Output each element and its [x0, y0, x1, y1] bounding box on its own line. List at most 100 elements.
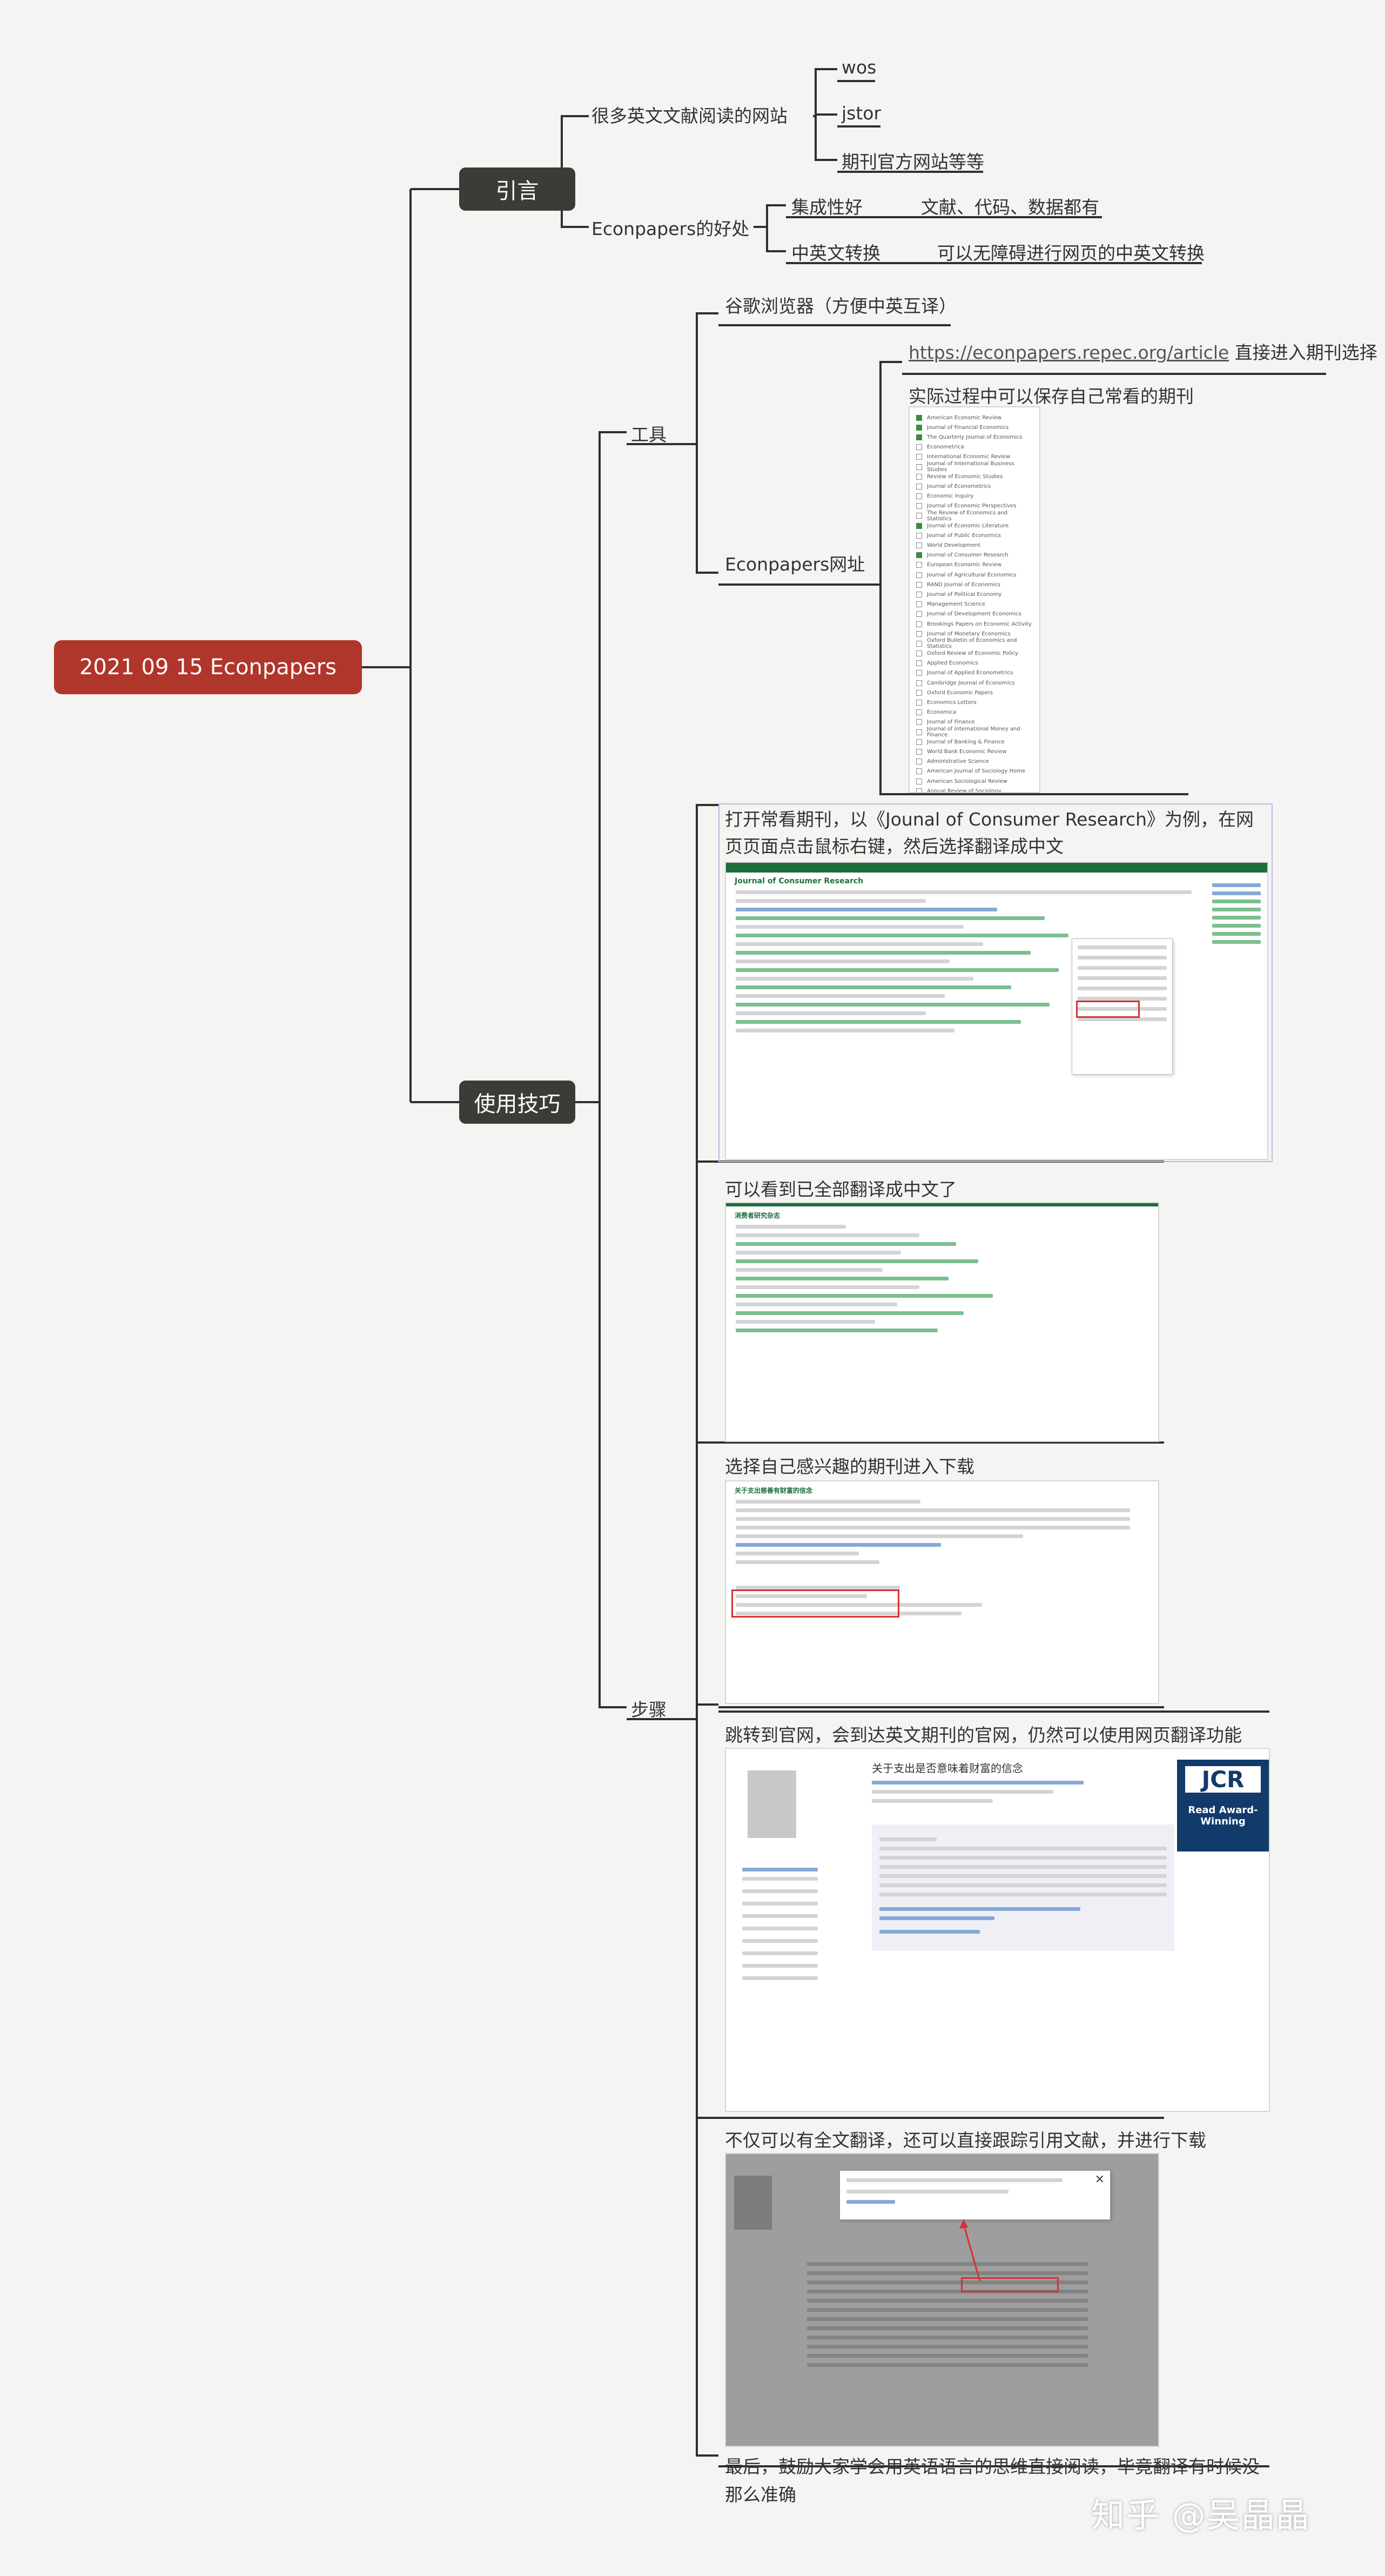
checkbox-icon[interactable]	[916, 493, 922, 500]
journal-list-item[interactable]: Administrative Science	[916, 757, 1033, 767]
checkbox-icon[interactable]	[916, 660, 922, 667]
checkbox-icon[interactable]	[916, 434, 922, 440]
checkbox-icon[interactable]	[916, 572, 922, 578]
journal-name: Cambridge Journal of Economics	[927, 680, 1015, 686]
site-wos[interactable]: wos	[842, 57, 876, 78]
checkbox-icon[interactable]	[916, 748, 922, 755]
journal-list-item[interactable]: World Bank Economic Review	[916, 747, 1033, 756]
journal-list-item[interactable]: American Economic Review	[916, 413, 1033, 422]
checkbox-icon[interactable]	[916, 739, 922, 745]
journal-name: Review of Economic Studies	[927, 473, 1003, 480]
journal-list-item[interactable]: Economica	[916, 708, 1033, 717]
journal-list-item[interactable]: Oxford Bulletin of Economics and Statist…	[916, 638, 1033, 649]
journal-list-item[interactable]: Brookings Papers on Economic Activity	[916, 619, 1033, 629]
checkbox-icon[interactable]	[916, 719, 922, 726]
journal-list-item[interactable]: Review of Economic Studies	[916, 472, 1033, 481]
journal-list-item[interactable]: RAND Journal of Economics	[916, 580, 1033, 589]
econpapers-url-node[interactable]: Econpapers网址	[725, 550, 865, 576]
journal-list-item[interactable]: The Quarterly Journal of Economics	[916, 432, 1033, 442]
checkbox-icon[interactable]	[916, 513, 922, 519]
checkbox-icon[interactable]	[916, 759, 922, 765]
checkbox-icon[interactable]	[916, 414, 922, 421]
arrow-annotation	[959, 2219, 981, 2282]
checkbox-icon[interactable]	[916, 424, 922, 431]
benefits-node[interactable]: Econpapers的好处	[591, 214, 749, 240]
site-jstor[interactable]: jstor	[842, 103, 881, 124]
journal-list-item[interactable]: Econometrica	[916, 442, 1033, 452]
journal-list-item[interactable]: American Sociological Review	[916, 776, 1033, 786]
journal-name: Administrative Science	[927, 759, 989, 765]
journal-list-item[interactable]: Journal of Banking & Finance	[916, 737, 1033, 747]
journal-list-item[interactable]: Oxford Review of Economic Policy	[916, 649, 1033, 659]
journal-list-item[interactable]: Journal of Political Economy	[916, 589, 1033, 599]
journal-name: Oxford Review of Economic Policy	[927, 650, 1018, 657]
checkbox-icon[interactable]	[916, 768, 922, 775]
journal-list-item[interactable]: Journal of Economic Literature	[916, 521, 1033, 531]
checkbox-icon[interactable]	[916, 552, 922, 559]
checkbox-icon[interactable]	[916, 591, 922, 598]
journal-list-item[interactable]: Journal of Econometrics	[916, 481, 1033, 491]
checkbox-icon[interactable]	[916, 621, 922, 627]
journal-list-item[interactable]: World Development	[916, 540, 1033, 550]
journal-list-item[interactable]: The Review of Economics and Statistics	[916, 510, 1033, 522]
sites-node[interactable]: 很多英文文献阅读的网站	[591, 102, 788, 128]
checkbox-icon[interactable]	[916, 542, 922, 549]
checkbox-icon[interactable]	[916, 788, 922, 792]
checkbox-icon[interactable]	[916, 483, 922, 489]
journal-list-item[interactable]: Journal of Public Economics	[916, 531, 1033, 540]
journal-list-item[interactable]: Journal of Consumer Research	[916, 551, 1033, 560]
journal-list-item[interactable]: Cambridge Journal of Economics	[916, 678, 1033, 688]
journal-list-item[interactable]: Journal of International Money and Finan…	[916, 726, 1033, 738]
checkbox-icon[interactable]	[916, 650, 922, 657]
journal-list-item[interactable]: Journal of Agricultural Economics	[916, 570, 1033, 580]
checkbox-icon[interactable]	[916, 454, 922, 460]
journal-list-item[interactable]: Journal of Financial Economics	[916, 422, 1033, 432]
checkbox-icon[interactable]	[916, 680, 922, 686]
intro-node[interactable]: 引言	[459, 167, 575, 211]
checkbox-icon[interactable]	[916, 611, 922, 618]
checkbox-icon[interactable]	[916, 729, 922, 735]
journal-list-item[interactable]: Journal of Applied Econometrics	[916, 668, 1033, 678]
benefit-integration[interactable]: 集成性好	[791, 193, 863, 219]
root-label: 2021 09 15 Econpapers	[79, 655, 337, 680]
journal-list-item[interactable]: European Economic Review	[916, 560, 1033, 570]
checkbox-icon[interactable]	[916, 581, 922, 588]
checkbox-icon[interactable]	[916, 640, 922, 647]
journal-list-item[interactable]: Oxford Economic Papers	[916, 688, 1033, 697]
root-node[interactable]: 2021 09 15 Econpapers	[54, 640, 362, 694]
steps-node[interactable]: 步骤	[631, 1695, 667, 1721]
journal-list-item[interactable]: Applied Economics	[916, 659, 1033, 668]
browser-node[interactable]: 谷歌浏览器（方便中英互译）	[725, 292, 957, 318]
jcr-banner[interactable]: JCR Read Award-Winning	[1177, 1760, 1269, 1852]
journal-name: Oxford Economic Papers	[927, 689, 993, 696]
checkbox-icon[interactable]	[916, 503, 922, 509]
journal-list-item[interactable]: American Journal of Sociology Home	[916, 767, 1033, 776]
checkbox-icon[interactable]	[916, 601, 922, 608]
checkbox-icon[interactable]	[916, 522, 922, 529]
checkbox-icon[interactable]	[916, 473, 922, 480]
checkbox-icon[interactable]	[916, 444, 922, 451]
journal-list-item[interactable]: Journal of International Business Studie…	[916, 461, 1033, 473]
step4-screenshot: 关于支出是否意味着财富的信念 JCR Read Award-Winning	[725, 1748, 1270, 2112]
journal-list-item[interactable]: Management Science	[916, 600, 1033, 609]
checkbox-icon[interactable]	[916, 670, 922, 676]
tips-node[interactable]: 使用技巧	[459, 1081, 575, 1124]
journal-name: RAND Journal of Economics	[927, 581, 1000, 588]
checkbox-icon[interactable]	[916, 778, 922, 784]
journal-list-item[interactable]: Economic Inquiry	[916, 492, 1033, 501]
journal-list-item[interactable]: Annual Review of Sociology	[916, 786, 1033, 792]
benefit-translation[interactable]: 中英文转换	[791, 239, 880, 265]
econpapers-link[interactable]: https://econpapers.repec.org/article	[909, 342, 1229, 363]
checkbox-icon[interactable]	[916, 630, 922, 637]
checkbox-icon[interactable]	[916, 709, 922, 716]
checkbox-icon[interactable]	[916, 689, 922, 696]
checkbox-icon[interactable]	[916, 562, 922, 568]
checkbox-icon[interactable]	[916, 464, 922, 470]
site-journal-official[interactable]: 期刊官方网站等等	[842, 147, 984, 173]
tools-node[interactable]: 工具	[631, 420, 667, 446]
journal-list-item[interactable]: Economics Letters	[916, 697, 1033, 707]
checkbox-icon[interactable]	[916, 532, 922, 539]
econpapers-url-line[interactable]: https://econpapers.repec.org/article 直接进…	[909, 338, 1377, 364]
checkbox-icon[interactable]	[916, 700, 922, 706]
journal-list-item[interactable]: Journal of Development Economics	[916, 609, 1033, 619]
